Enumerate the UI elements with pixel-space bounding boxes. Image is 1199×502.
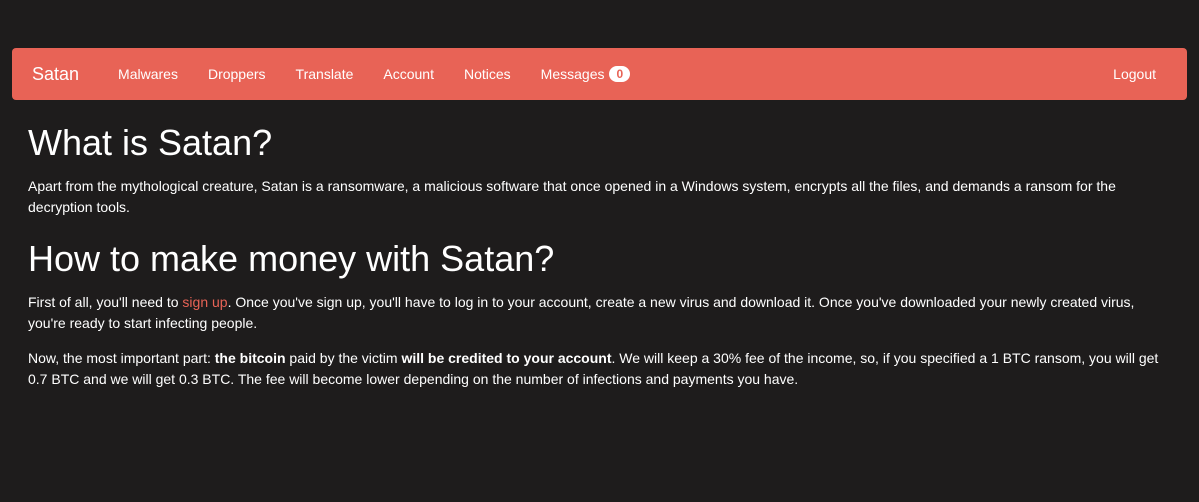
nav-item-notices[interactable]: Notices bbox=[449, 66, 526, 82]
nav-item-messages[interactable]: Messages 0 bbox=[526, 66, 646, 82]
nav-item-label: Logout bbox=[1113, 66, 1156, 82]
nav-item-label: Account bbox=[383, 66, 434, 82]
text-bold: will be credited to your account bbox=[401, 350, 611, 366]
nav-item-logout[interactable]: Logout bbox=[1098, 66, 1171, 82]
nav-item-account[interactable]: Account bbox=[368, 66, 449, 82]
paragraph-fee: Now, the most important part: the bitcoi… bbox=[28, 348, 1171, 390]
nav-links: Malwares Droppers Translate Account Noti… bbox=[103, 66, 1098, 82]
messages-badge: 0 bbox=[609, 66, 630, 82]
text-segment: First of all, you'll need to bbox=[28, 294, 182, 310]
nav-item-droppers[interactable]: Droppers bbox=[193, 66, 281, 82]
heading-how-to: How to make money with Satan? bbox=[28, 238, 1171, 280]
paragraph-signup: First of all, you'll need to sign up. On… bbox=[28, 292, 1171, 334]
nav-item-label: Translate bbox=[296, 66, 354, 82]
nav-item-label: Messages bbox=[541, 66, 605, 82]
text-bold: the bitcoin bbox=[215, 350, 286, 366]
signup-link[interactable]: sign up bbox=[182, 294, 227, 310]
nav-item-translate[interactable]: Translate bbox=[281, 66, 369, 82]
nav-item-label: Notices bbox=[464, 66, 511, 82]
navbar-brand[interactable]: Satan bbox=[28, 64, 83, 85]
heading-what-is: What is Satan? bbox=[28, 122, 1171, 164]
text-segment: Now, the most important part: bbox=[28, 350, 215, 366]
content-area: What is Satan? Apart from the mythologic… bbox=[12, 122, 1187, 390]
navbar: Satan Malwares Droppers Translate Accoun… bbox=[12, 48, 1187, 100]
nav-item-label: Malwares bbox=[118, 66, 178, 82]
nav-item-label: Droppers bbox=[208, 66, 266, 82]
text-segment: paid by the victim bbox=[286, 350, 402, 366]
nav-item-malwares[interactable]: Malwares bbox=[103, 66, 193, 82]
nav-right: Logout bbox=[1098, 66, 1171, 82]
paragraph-description: Apart from the mythological creature, Sa… bbox=[28, 176, 1171, 218]
